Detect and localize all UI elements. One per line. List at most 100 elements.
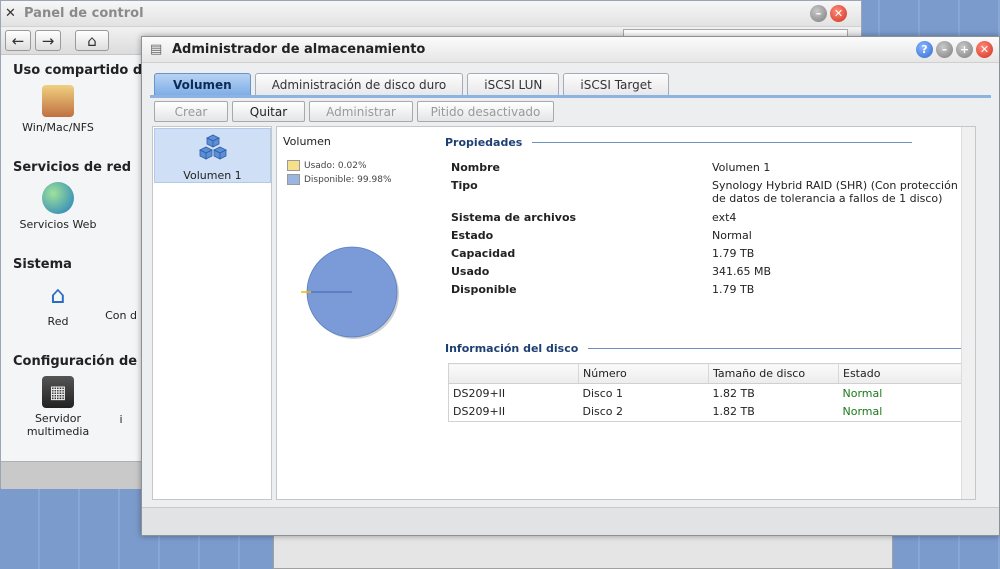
- monitor-icon: [42, 85, 74, 117]
- volume-cubes-icon: [198, 134, 227, 160]
- property-key: Nombre: [451, 161, 500, 174]
- volume-details-panel: Volumen Usado: 0.02% Disponible: 99.98% …: [276, 126, 976, 500]
- network-item[interactable]: ⌂ Red: [13, 279, 103, 328]
- partial-item[interactable]: Con d: [101, 309, 141, 322]
- legend-swatch-used: [287, 160, 300, 171]
- property-key: Sistema de archivos: [451, 211, 577, 224]
- property-key: Tipo: [451, 179, 478, 192]
- volume-list-label: Volumen 1: [183, 169, 242, 182]
- storage-icon: ▤: [150, 41, 163, 57]
- legend-swatch-available: [287, 174, 300, 185]
- property-row: Capacidad 1.79 TB: [451, 247, 971, 260]
- property-row: Usado 341.65 MB: [451, 265, 971, 278]
- table-header-row: Número Tamaño de disco Estado: [448, 363, 970, 384]
- forward-button[interactable]: →: [35, 30, 61, 51]
- legend-entry: Disponible: 99.98%: [287, 174, 392, 185]
- remove-button[interactable]: Quitar: [232, 101, 305, 122]
- minimize-button[interactable]: –: [810, 5, 827, 22]
- column-header[interactable]: Tamaño de disco: [708, 363, 839, 384]
- web-services-item[interactable]: Servicios Web: [13, 182, 103, 231]
- table-row[interactable]: DS209+II Disco 2 1.82 TB Normal: [449, 403, 970, 422]
- column-header[interactable]: Número: [578, 363, 709, 384]
- close-button[interactable]: ✕: [976, 41, 993, 58]
- tab-iscsi-target[interactable]: iSCSI Target: [563, 73, 669, 95]
- section-heading: Sistema: [13, 257, 72, 272]
- properties-heading: Propiedades: [445, 136, 913, 149]
- back-button[interactable]: ←: [5, 30, 31, 51]
- help-button[interactable]: ?: [916, 41, 933, 58]
- disk-table: Número Tamaño de disco Estado DS209+II D…: [448, 363, 970, 422]
- property-row: Tipo Synology Hybrid RAID (SHR) (Con prot…: [451, 179, 971, 205]
- section-heading: Configuración de la: [13, 354, 155, 369]
- chart-title: Volumen: [283, 135, 331, 148]
- property-key: Usado: [451, 265, 490, 278]
- chart-legend: Usado: 0.02% Disponible: 99.98%: [287, 160, 392, 188]
- cell-model: DS209+II: [453, 386, 506, 400]
- cell-status: Normal: [842, 386, 883, 400]
- storage-manager-statusbar: [142, 507, 999, 535]
- cell-number: Disco 2: [582, 405, 624, 419]
- item-label: Servidor multimedia: [26, 412, 90, 438]
- legend-label: Disponible: 99.98%: [304, 174, 392, 185]
- cell-model: DS209+II: [453, 405, 506, 419]
- column-header[interactable]: [448, 363, 579, 384]
- partial-item[interactable]: i: [101, 413, 141, 426]
- arrow-right-icon: →: [41, 31, 55, 50]
- maximize-button[interactable]: +: [956, 41, 973, 58]
- tab-disk-management[interactable]: Administración de disco duro: [254, 73, 464, 95]
- tools-icon: ✕: [5, 5, 16, 21]
- storage-manager-window: ▤ Administrador de almacenamiento ? – + …: [141, 36, 1000, 536]
- tab-iscsi-lun[interactable]: iSCSI LUN: [467, 73, 560, 95]
- legend-entry: Usado: 0.02%: [287, 160, 392, 171]
- tab-volumen[interactable]: Volumen: [154, 73, 251, 95]
- home-icon: ⌂: [87, 31, 97, 50]
- cell-number: Disco 1: [582, 386, 624, 400]
- property-row: Nombre Volumen 1: [451, 161, 971, 174]
- minimize-button[interactable]: –: [936, 41, 953, 58]
- heading-rule: [588, 348, 969, 349]
- item-label: Red: [47, 315, 69, 328]
- storage-manager-titlebar[interactable]: ▤ Administrador de almacenamiento ? – + …: [142, 37, 999, 63]
- create-button[interactable]: Crear: [154, 101, 228, 122]
- film-icon: ▦: [42, 376, 74, 408]
- property-key: Estado: [451, 229, 494, 242]
- heading-rule: [532, 142, 913, 143]
- media-server-item[interactable]: ▦ Servidor multimedia: [13, 376, 103, 438]
- action-toolbar: Crear Quitar Administrar Pitido desactiv…: [154, 101, 554, 122]
- tab-underline: [150, 95, 991, 98]
- item-label: Servicios Web: [19, 218, 97, 231]
- vertical-scrollbar[interactable]: [961, 127, 975, 499]
- cell-size: 1.82 TB: [712, 405, 755, 419]
- column-header[interactable]: Estado: [838, 363, 970, 384]
- property-value: Volumen 1: [712, 161, 771, 174]
- section-heading: Uso compartido de: [13, 63, 151, 78]
- section-heading: Servicios de red: [13, 160, 132, 175]
- home-button[interactable]: ⌂: [75, 30, 109, 51]
- network-home-icon: ⌂: [50, 281, 66, 309]
- volume-list: Volumen 1: [152, 126, 272, 500]
- manage-button[interactable]: Administrar: [309, 101, 413, 122]
- property-value: 341.65 MB: [712, 265, 772, 278]
- window-title: Administrador de almacenamiento: [172, 42, 426, 57]
- legend-label: Usado: 0.02%: [304, 160, 367, 171]
- arrow-left-icon: ←: [11, 31, 25, 50]
- tab-bar: Volumen Administración de disco duro iSC…: [154, 73, 669, 95]
- property-row: Sistema de archivos ext4: [451, 211, 971, 224]
- cell-status: Normal: [842, 405, 883, 419]
- properties-title: Propiedades: [445, 136, 523, 149]
- close-button[interactable]: ✕: [830, 5, 847, 22]
- usage-pie-chart: [301, 246, 399, 339]
- control-panel-titlebar[interactable]: ✕ Panel de control – ✕: [1, 1, 861, 27]
- volume-list-item[interactable]: Volumen 1: [154, 128, 271, 183]
- table-row[interactable]: DS209+II Disco 1 1.82 TB Normal: [449, 384, 970, 403]
- globe-icon: [42, 182, 74, 214]
- disk-info-heading: Información del disco: [445, 342, 969, 355]
- property-key: Disponible: [451, 283, 517, 296]
- property-value: Synology Hybrid RAID (SHR) (Con protecci…: [712, 179, 958, 205]
- property-row: Disponible 1.79 TB: [451, 283, 971, 296]
- win-mac-nfs-item[interactable]: Win/Mac/NFS: [13, 85, 103, 134]
- property-value: 1.79 TB: [712, 283, 755, 296]
- property-key: Capacidad: [451, 247, 516, 260]
- cell-size: 1.82 TB: [712, 386, 755, 400]
- beep-off-button[interactable]: Pitido desactivado: [417, 101, 554, 122]
